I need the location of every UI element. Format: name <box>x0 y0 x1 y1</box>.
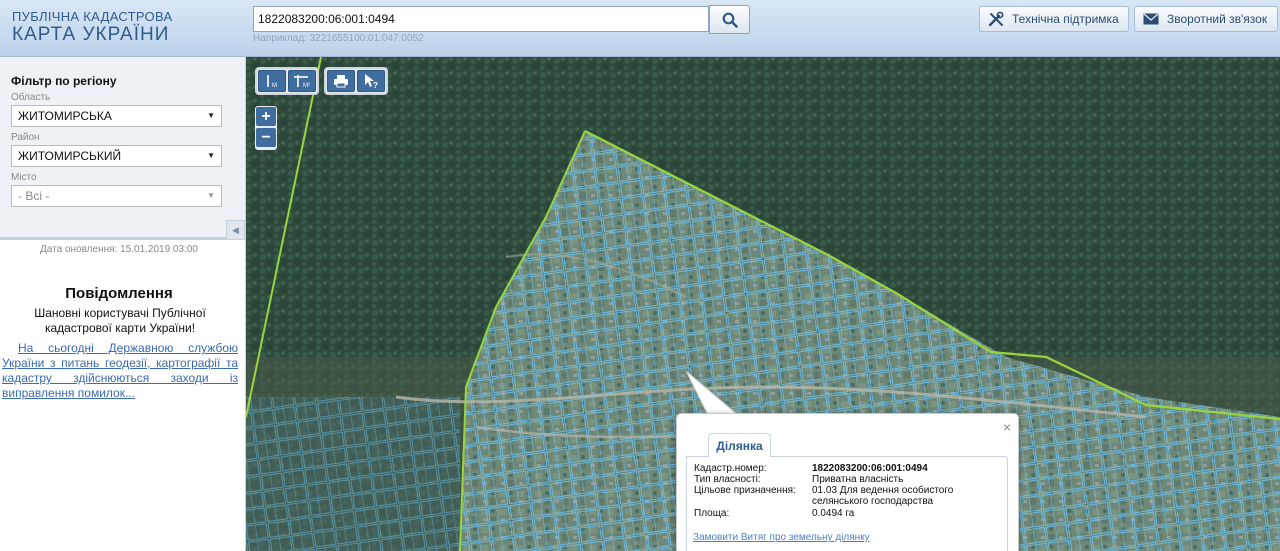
parcel-row-purpose: Цільове призначення: 01.03 Для ведення ос… <box>694 485 962 507</box>
dropdown-arrow-icon: ▼ <box>207 111 215 120</box>
svg-text:?: ? <box>373 81 378 89</box>
close-icon[interactable]: × <box>1003 419 1011 435</box>
oblast-label: Область <box>11 92 51 103</box>
envelope-icon <box>1143 13 1159 25</box>
parcel-value: 1822083200:06:001:0494 <box>812 463 928 474</box>
parcel-value: Приватна власність <box>812 474 904 485</box>
area-icon: M² <box>294 75 310 88</box>
order-extract-link[interactable]: Замовити Витяг про земельну ділянку <box>693 532 870 543</box>
parcel-key: Кадастр.номер: <box>694 463 767 474</box>
misto-label: Місто <box>11 172 37 183</box>
message-title: Повідомлення <box>65 285 173 302</box>
parcel-info-popup: × Ділянка Кадастр.номер: 1822083200:06:00… <box>676 413 1019 551</box>
measure-toolbar: M M² <box>255 67 319 95</box>
tools-icon <box>988 11 1004 27</box>
cadastral-search-input[interactable] <box>253 6 709 32</box>
filter-title: Фільтр по регіону <box>11 74 117 88</box>
cursor-question-icon: ? <box>365 74 378 89</box>
rayon-value: ЖИТОМИРСЬКИЙ <box>18 149 122 163</box>
update-date: Дата оновлення: 15.01.2019 03:00 <box>40 244 198 255</box>
message-text: Шановні користувачі Публічної кадастрово… <box>34 306 206 335</box>
oblast-value: ЖИТОМИРСЬКА <box>18 109 112 123</box>
parcel-row-ownership: Тип власності: Приватна власність <box>694 474 962 485</box>
rayon-label: Район <box>11 132 40 143</box>
search-icon <box>722 12 738 28</box>
svg-text:M²: M² <box>303 83 310 88</box>
dropdown-arrow-icon: ▼ <box>207 151 215 160</box>
logo-line1: ПУБЛІЧНА КАДАСТРОВА <box>12 9 173 24</box>
feedback-label: Зворотний зв'язок <box>1167 12 1268 26</box>
svg-text:M: M <box>272 83 277 88</box>
parcel-key: Площа: <box>694 508 730 519</box>
misto-select[interactable]: - Всі - ▼ <box>11 185 222 207</box>
zoom-in-button[interactable]: + <box>256 107 276 126</box>
chevron-left-icon: ◀ <box>232 224 239 235</box>
print-button[interactable] <box>327 70 355 92</box>
parcel-row-area: Площа: 0.0494 га <box>694 508 962 519</box>
technical-support-button[interactable]: Технічна підтримка <box>979 6 1129 32</box>
tools-toolbar: ? <box>324 67 388 95</box>
site-logo[interactable]: ПУБЛІЧНА КАДАСТРОВА КАРТА УКРАЇНИ <box>12 10 172 46</box>
zoom-control: + − <box>255 106 277 150</box>
tab-parcel[interactable]: Ділянка <box>708 433 771 457</box>
logo-line2: КАРТА УКРАЇНИ <box>12 24 170 45</box>
parcel-row-cadnum: Кадастр.номер: 1822083200:06:001:0494 <box>694 463 962 474</box>
measure-area-button[interactable]: M² <box>288 70 316 92</box>
parcel-key: Тип власності: <box>694 474 761 485</box>
misto-value: - Всі - <box>18 189 50 203</box>
header: ПУБЛІЧНА КАДАСТРОВА КАРТА УКРАЇНИ Наприк… <box>0 0 1280 57</box>
message-link[interactable]: На сьогодні Державною службою України з … <box>2 341 238 401</box>
parcel-value: 01.03 Для ведення особистого селянського… <box>812 485 954 507</box>
parcel-value: 0.0494 га <box>812 508 855 519</box>
sidebar: Фільтр по регіону Область ЖИТОМИРСЬКА ▼ … <box>0 57 246 551</box>
support-label: Технічна підтримка <box>1012 12 1119 26</box>
search-example-hint: Наприклад: 3221655100:01:047:0052 <box>253 33 424 44</box>
region-filter-panel: Фільтр по регіону Область ЖИТОМИРСЬКА ▼ … <box>0 57 245 240</box>
search-button[interactable] <box>709 5 750 34</box>
ruler-icon: M <box>267 75 277 88</box>
zoom-out-button[interactable]: − <box>256 128 276 147</box>
dropdown-arrow-icon: ▼ <box>207 191 215 200</box>
oblast-select[interactable]: ЖИТОМИРСЬКА ▼ <box>11 105 222 127</box>
map-view[interactable]: M M² ? + − × Ділянка Кадастр.номер: 1822… <box>246 57 1280 551</box>
printer-icon <box>334 75 348 88</box>
rayon-select[interactable]: ЖИТОМИРСЬКИЙ ▼ <box>11 145 222 167</box>
feedback-button[interactable]: Зворотний зв'язок <box>1134 6 1278 32</box>
collapse-sidebar-button[interactable]: ◀ <box>226 220 245 240</box>
identify-button[interactable]: ? <box>357 70 385 92</box>
measure-distance-button[interactable]: M <box>258 70 286 92</box>
parcel-key: Цільове призначення: <box>694 485 796 496</box>
popup-pointer <box>686 371 739 415</box>
